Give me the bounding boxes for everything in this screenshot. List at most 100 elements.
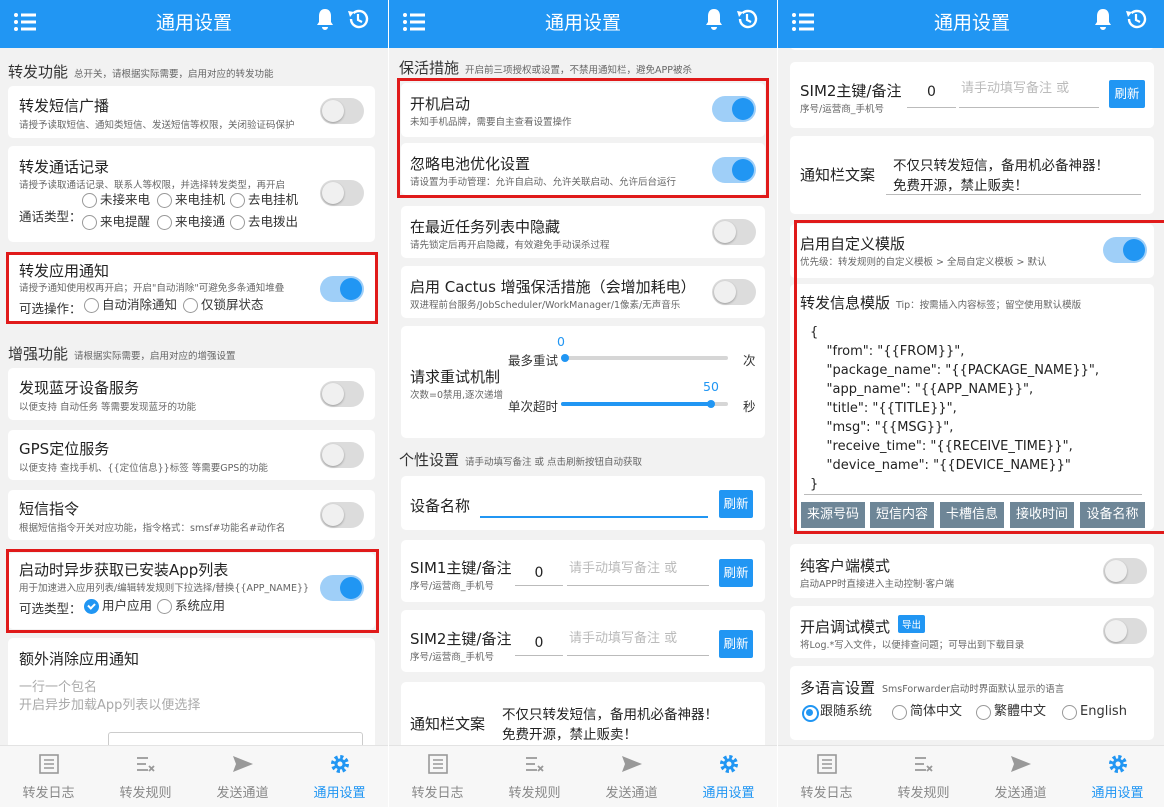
sim2-index-input[interactable]: 0 [515, 630, 563, 656]
nav-label: 发送通道 [216, 786, 269, 801]
bell-icon[interactable] [314, 7, 336, 31]
notify-text-line1[interactable]: 不仅只转发短信，备用机必备神器！ [893, 154, 1109, 174]
nav-rules[interactable]: 转发规则 [486, 752, 583, 801]
call-type-incoming-alert[interactable]: 来电提醒 [82, 214, 150, 230]
notify-text-line1[interactable]: 不仅只转发短信，备用机必备神器！ [502, 703, 718, 723]
notify-text-line2[interactable]: 免费开源，禁止贩卖！ [502, 723, 637, 743]
sim1-label: SIM1主键/备注 [410, 559, 512, 577]
app-header: 通用设置 [0, 0, 388, 48]
sim2-desc: 序号/运营商_手机号 [410, 652, 494, 663]
sim2-refresh-button[interactable]: 刷新 [719, 630, 753, 658]
timeout-slider[interactable] [561, 400, 728, 408]
gear-icon [719, 755, 738, 773]
nav-settings[interactable]: 通用设置 [680, 752, 777, 801]
hide-recent-desc: 请先锁定后再开启隐藏，有效避免手动误杀过程 [410, 240, 610, 251]
device-name-input[interactable] [480, 516, 708, 518]
sim2-card: SIM2主键/备注 序号/运营商_手机号 0 请手动填写备注 或 刷新 [790, 62, 1154, 128]
call-type-incoming-hangup[interactable]: 来电挂机 [157, 192, 225, 208]
nav-label: 转发规则 [897, 786, 950, 801]
nav-settings[interactable]: 通用设置 [1069, 752, 1164, 801]
sms-command-switch[interactable] [320, 502, 364, 528]
sim1-desc: 序号/运营商_手机号 [410, 581, 494, 592]
call-type-incoming-answered[interactable]: 来电接通 [157, 214, 225, 230]
lang-traditional-chinese[interactable]: 繁體中文 [976, 704, 1046, 720]
nav-logs[interactable]: 转发日志 [778, 752, 875, 801]
nav-settings[interactable]: 通用设置 [291, 752, 388, 801]
lang-simplified-chinese[interactable]: 简体中文 [892, 704, 962, 720]
lang-follow-system[interactable]: 跟随系统 [802, 704, 872, 722]
cactus-desc: 双进程前台服务/JobScheduler/WorkManager/1像素/无声音… [410, 300, 681, 311]
bell-icon[interactable] [1092, 7, 1114, 31]
nav-label: 转发日志 [22, 786, 75, 801]
sim2-remark-input[interactable]: 请手动填写备注 或 [567, 630, 709, 656]
history-icon[interactable] [735, 7, 759, 31]
slider-knob[interactable] [707, 400, 715, 408]
client-mode-desc: 启动APP时直接进入主动控制·客户端 [800, 579, 954, 590]
history-icon[interactable] [1124, 7, 1148, 31]
notify-text-card: 通知栏文案 不仅只转发短信，备用机必备神器！ 免费开源，禁止贩卖！ [401, 682, 765, 745]
gps-switch[interactable] [320, 442, 364, 468]
nav-logs[interactable]: 转发日志 [0, 752, 97, 801]
call-forward-desc: 请授予读取通话记录、联系人等权限，并选择转发类型，再开启 [19, 180, 286, 191]
package-input-hint: 开启异步加载App列表以便选择 [19, 698, 201, 713]
history-icon[interactable] [346, 7, 370, 31]
package-input[interactable] [108, 732, 363, 745]
device-name-label: 设备名称 [410, 497, 471, 515]
language-card: 多语言设置 SmsForwarder启动时界面默认显示的语言 跟随系统 简体中文… [790, 666, 1154, 740]
sim2-remark-input[interactable]: 请手动填写备注 或 [959, 78, 1099, 108]
sim1-index-input[interactable]: 0 [515, 560, 563, 586]
lang-english[interactable]: English [1062, 704, 1127, 720]
nav-channels[interactable]: 发送通道 [972, 752, 1069, 801]
notify-text-line2[interactable]: 免费开源，禁止贩卖！ [893, 174, 1028, 194]
call-type-outgoing-dial[interactable]: 去电拨出 [230, 214, 298, 230]
client-mode-switch[interactable] [1103, 558, 1147, 584]
nav-logs[interactable]: 转发日志 [389, 752, 486, 801]
nav-channels[interactable]: 发送通道 [583, 752, 680, 801]
client-mode-title: 纯客户端模式 [800, 557, 891, 575]
max-retry-slider[interactable] [561, 354, 728, 362]
list-icon [38, 754, 59, 774]
extra-clear-card: 额外消除应用通知 一行一个包名 开启异步加载App列表以便选择 [8, 638, 375, 745]
call-type-outgoing-hangup[interactable]: 去电挂机 [230, 192, 298, 208]
nav-rules[interactable]: 转发规则 [875, 752, 972, 801]
sim2-label: SIM2主键/备注 [800, 82, 902, 100]
debug-mode-switch[interactable] [1103, 618, 1147, 644]
sim1-refresh-button[interactable]: 刷新 [719, 559, 753, 587]
export-log-button[interactable]: 导出 [898, 615, 926, 633]
nav-label: 转发规则 [119, 786, 172, 801]
highlight-box [794, 220, 1164, 534]
call-forward-switch[interactable] [320, 180, 364, 206]
bottom-nav: 转发日志 转发规则 发送通道 通用设置 [778, 745, 1164, 807]
rules-icon [525, 757, 544, 772]
gps-title: GPS定位服务 [19, 440, 110, 458]
hide-recent-switch[interactable] [712, 219, 756, 245]
nav-channels[interactable]: 发送通道 [194, 752, 291, 801]
sim1-remark-input[interactable]: 请手动填写备注 或 [567, 560, 709, 586]
bluetooth-switch[interactable] [320, 381, 364, 407]
timeout-unit: 秒 [743, 399, 756, 414]
app-header: 通用设置 [389, 0, 777, 48]
sim2-index-input[interactable]: 0 [907, 78, 956, 108]
call-type-missed[interactable]: 未接来电 [82, 192, 150, 208]
settings-screen-3: 通用设置 SIM2主键/备注 序号/运营商_手机号 0 请手动填写备注 或 刷新… [778, 0, 1164, 807]
bell-icon[interactable] [703, 7, 725, 31]
card-edge [790, 48, 1154, 50]
device-refresh-button[interactable]: 刷新 [719, 490, 753, 518]
highlight-box [6, 252, 378, 324]
sms-forward-switch[interactable] [320, 98, 364, 124]
nav-label: 转发日志 [800, 786, 853, 801]
app-header: 通用设置 [778, 0, 1164, 48]
slider-knob[interactable] [561, 354, 569, 362]
section-desc: 总开关，请根据实际需要，启用对应的转发功能 [74, 69, 274, 80]
gps-desc: 以便支持 查找手机、{{定位信息}}标签 等需要GPS的功能 [19, 463, 268, 474]
timeout-label: 单次超时 [508, 399, 559, 414]
call-type-label: 通话类型： [19, 209, 82, 224]
cactus-switch[interactable] [712, 279, 756, 305]
nav-label: 转发规则 [508, 786, 561, 801]
nav-rules[interactable]: 转发规则 [97, 752, 194, 801]
bluetooth-card: 发现蓝牙设备服务 以便支持 自动任务 等需要发现蓝牙的功能 [8, 368, 375, 420]
package-input-placeholder[interactable]: 一行一个包名 [19, 676, 97, 695]
bluetooth-desc: 以便支持 自动任务 等需要发现蓝牙的功能 [19, 402, 197, 413]
nav-label: 通用设置 [702, 786, 755, 801]
sim2-refresh-button[interactable]: 刷新 [1109, 80, 1145, 108]
